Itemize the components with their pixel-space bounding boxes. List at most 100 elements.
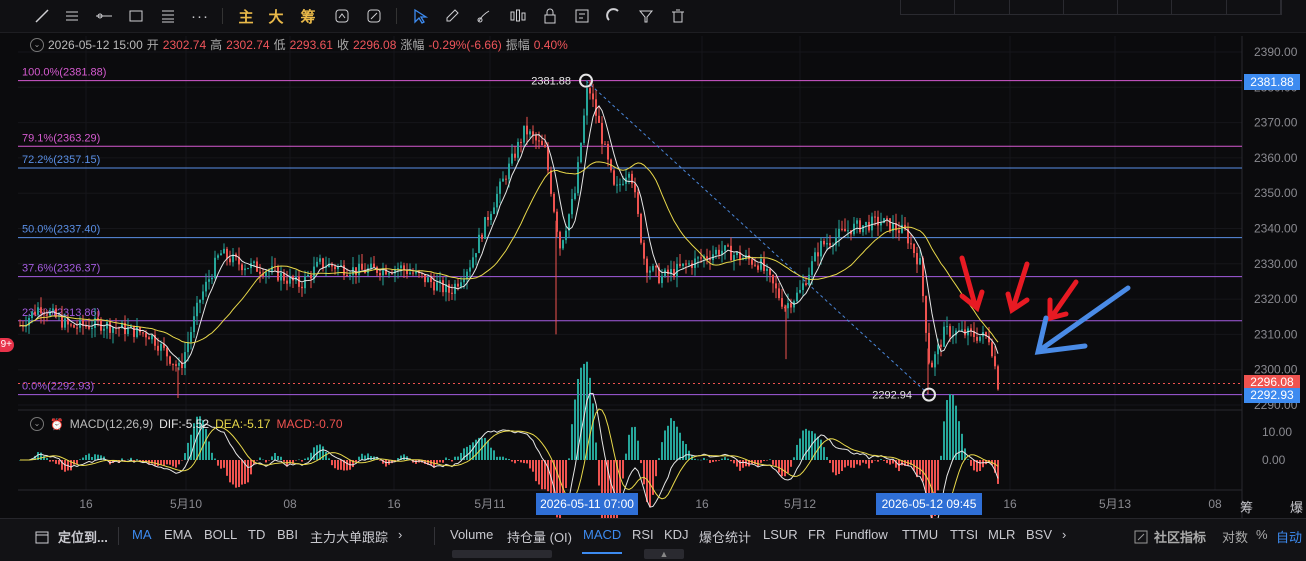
candle-body <box>172 363 174 365</box>
sub-indicator-1[interactable]: 持仓量 (OI) <box>507 527 572 546</box>
auto-scale-toggle[interactable]: 自动 <box>1276 527 1302 546</box>
sub-indicator-12[interactable]: BSV <box>1026 527 1052 542</box>
panel-resize-handle[interactable]: ▲ <box>644 549 684 559</box>
sub-indicator-7[interactable]: FR <box>808 527 825 542</box>
candle-body <box>538 140 540 142</box>
candle-body <box>505 178 507 180</box>
candle-body <box>700 257 702 259</box>
high-point-label: 2381.88 <box>531 76 571 88</box>
price-chart[interactable]: 100.0%(2381.88) 79.1%(2363.29) 72.2%(2357.… <box>0 0 1306 518</box>
macd-bar <box>979 460 981 471</box>
candle-body <box>448 284 450 293</box>
sub-indicator-9[interactable]: TTMU <box>902 527 938 542</box>
candle-body <box>70 324 72 326</box>
candle-body <box>358 263 360 275</box>
candle-body <box>157 345 159 351</box>
red-arrow-2 <box>1005 261 1030 315</box>
notification-badge[interactable]: 9+ <box>0 338 14 352</box>
main-indicator-主力大单跟踪[interactable]: 主力大单跟踪 <box>310 527 388 546</box>
macd-bar <box>304 458 306 460</box>
chips-tab[interactable]: 筹 <box>1240 497 1253 516</box>
sub-indicator-11[interactable]: MLR <box>988 527 1015 542</box>
candle-body <box>151 335 153 340</box>
candle-body <box>607 144 609 160</box>
community-indicators-button[interactable]: 社区指标 <box>1134 527 1206 546</box>
candle-body <box>616 184 618 186</box>
candle-body <box>307 274 309 277</box>
macd-label: MACD: <box>276 417 316 431</box>
low-point-label: 2292.94 <box>872 390 912 402</box>
sub-indicator-0[interactable]: Volume <box>450 527 493 542</box>
macd-bar <box>589 377 591 460</box>
sub-indicators-more-icon[interactable]: › <box>1062 527 1066 542</box>
candle-body <box>559 231 561 249</box>
sub-indicator-10[interactable]: TTSI <box>950 527 978 542</box>
collapse-icon[interactable]: ⌄ <box>30 37 44 52</box>
candle-body <box>259 271 261 274</box>
main-indicators-more-icon[interactable]: › <box>398 527 402 542</box>
macd-bar <box>967 459 969 460</box>
candle-body <box>316 261 318 267</box>
liquidation-tab[interactable]: 爆 <box>1290 497 1303 516</box>
log-scale-toggle[interactable]: 对数 <box>1222 527 1248 546</box>
macd-bar <box>961 433 963 460</box>
change-label: 涨幅 <box>400 38 425 52</box>
macd-bar <box>718 460 720 461</box>
candle-body <box>961 329 963 331</box>
candle-body <box>544 145 546 147</box>
candle-body <box>313 266 315 279</box>
macd-bar <box>808 430 810 460</box>
sub-indicator-4[interactable]: KDJ <box>664 527 689 542</box>
collapse-icon[interactable]: ⌄ <box>30 417 44 431</box>
sub-indicator-2[interactable]: MACD <box>583 527 621 542</box>
macd-bar <box>940 455 942 460</box>
candle-body <box>898 230 900 233</box>
candle-body <box>379 272 381 276</box>
main-indicator-td[interactable]: TD <box>248 527 265 542</box>
sub-indicator-8[interactable]: Fundflow <box>835 527 888 542</box>
macd-bar <box>79 459 81 460</box>
candle-body <box>73 325 75 328</box>
macd-bar <box>460 452 462 460</box>
sub-indicator-6[interactable]: LSUR <box>763 527 798 542</box>
sub-indicator-5[interactable]: 爆仓统计 <box>699 527 751 546</box>
macd-bar <box>640 460 642 464</box>
candle-body <box>979 336 981 341</box>
candle-body <box>334 266 336 270</box>
locate-button[interactable]: 定位到... <box>34 527 108 546</box>
candle-body <box>889 218 891 232</box>
macd-bar <box>997 460 999 484</box>
macd-bar <box>532 460 534 472</box>
macd-bar <box>517 460 519 462</box>
hand-drawn-arrows <box>959 255 1131 355</box>
sub-indicator-3[interactable]: RSI <box>632 527 654 542</box>
macd-bar <box>574 399 576 460</box>
candle-body <box>88 326 90 329</box>
candle-body <box>184 352 186 369</box>
time-tick-label: 16 <box>387 497 401 511</box>
macd-underline <box>452 550 552 558</box>
candle-body <box>778 288 780 299</box>
dif-label: DIF: <box>159 417 182 431</box>
macd-bar <box>157 460 159 466</box>
candle-body <box>913 244 915 254</box>
macd-bar <box>721 458 723 460</box>
alarm-icon[interactable]: ⏰ <box>50 418 64 431</box>
candle-body <box>838 228 840 238</box>
candle-body <box>487 217 489 221</box>
candle-body <box>355 267 357 275</box>
main-indicator-ema[interactable]: EMA <box>164 527 192 542</box>
main-indicator-ma[interactable]: MA <box>132 527 152 542</box>
macd-bar <box>544 460 546 490</box>
macd-bar <box>679 432 681 460</box>
price-tick-label: 2330.00 <box>1254 257 1298 271</box>
candle-body <box>787 303 789 309</box>
candle-body <box>865 221 867 226</box>
candle-body <box>655 266 657 268</box>
macd-bar <box>889 460 891 465</box>
candle-body <box>535 135 537 141</box>
main-indicator-bbi[interactable]: BBI <box>277 527 298 542</box>
main-indicator-boll[interactable]: BOLL <box>204 527 237 542</box>
macd-bar <box>523 460 525 464</box>
percent-scale-toggle[interactable]: % <box>1256 527 1268 542</box>
